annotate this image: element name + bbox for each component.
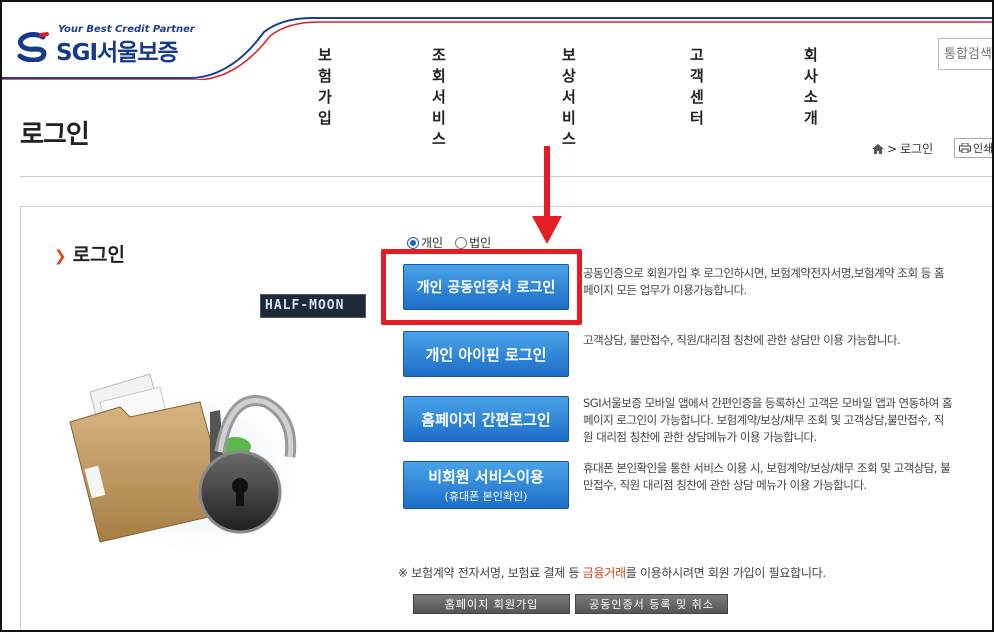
nav-inquiry-service[interactable]: 조회서비스 [432, 44, 446, 149]
guest-service-label: 비회원 서비스이용 [428, 468, 544, 486]
ipin-login-label: 개인 아이핀 로그인 [425, 345, 547, 364]
guest-service-button[interactable]: 비회원 서비스이용 (휴대폰 본인확인) [403, 461, 569, 509]
folder-lock-illustration [65, 372, 310, 552]
ipin-login-button[interactable]: 개인 아이핀 로그인 [403, 331, 569, 377]
simple-login-button[interactable]: 홈페이지 간편로그인 [403, 396, 569, 442]
home-icon[interactable] [872, 143, 884, 154]
guest-service-sublabel: (휴대폰 본인확인) [444, 490, 528, 503]
annotation-arrow-down-icon [532, 216, 562, 244]
chevron-right-icon: ❯ [54, 247, 67, 265]
breadcrumb: > 로그인 [872, 140, 933, 157]
notice-suffix: 를 이용하시려면 회원 가입이 필요합니다. [625, 566, 826, 580]
membership-notice: ※ 보험계약 전자서명, 보험료 결제 등 금융거래를 이용하시려면 회원 가입… [398, 564, 826, 581]
print-label: 인쇄 [973, 142, 994, 155]
join-member-button[interactable]: 홈페이지 회원가입 [413, 594, 570, 614]
radio-individual[interactable] [407, 236, 419, 249]
notice-prefix: ※ 보험계약 전자서명, 보험료 결제 등 [398, 566, 583, 580]
printer-icon [959, 143, 971, 153]
ipin-login-description: 고객상담, 불만접수, 직원/대리점 칭찬에 관한 상담만 이용 가능합니다. [583, 333, 901, 347]
half-moon-watermark: HALF-MOON [260, 294, 366, 318]
nav-insurance-join[interactable]: 보험가입 [318, 44, 332, 128]
print-button[interactable]: 인쇄 [954, 138, 994, 158]
login-section-label: 로그인 [72, 244, 126, 266]
notice-emphasis: 금융거래 [582, 566, 626, 580]
browser-frame: Your Best Credit Partner SGI서울보증 보험가입 조회… [0, 0, 994, 632]
search-input[interactable] [938, 38, 992, 70]
logo-name: 서울보증 [97, 40, 179, 66]
radio-corporate[interactable] [455, 236, 468, 249]
nav-company-info[interactable]: 회사소개 [804, 44, 818, 128]
annotation-arrow-shaft [544, 146, 550, 221]
simple-login-description: SGI서울보증 모바일 앱에서 간편인증을 등록하신 고객은 모바일 앱과 연동… [583, 396, 953, 444]
breadcrumb-separator: > [887, 141, 898, 156]
site-header: Your Best Credit Partner SGI서울보증 보험가입 조회… [2, 2, 992, 148]
page-title: 로그인 [20, 120, 90, 150]
guest-service-description: 휴대폰 본인확인을 통한 서비스 이용 시, 보험계약/보상/채무 조회 및 고… [583, 461, 951, 492]
site-logo[interactable]: SGI서울보증 [56, 33, 179, 67]
nav-compensation-service[interactable]: 보상서비스 [562, 44, 576, 149]
title-divider [20, 176, 992, 177]
logo-sgi: SGI [56, 40, 98, 66]
simple-login-label: 홈페이지 간편로그인 [421, 410, 551, 429]
cert-register-button[interactable]: 공동인증서 등록 및 취소 [575, 594, 728, 614]
cert-login-description: 공동인증으로 회원가입 후 로그인하시면, 보험계약전자서명,보험계약 조회 등… [583, 266, 945, 297]
login-section-title: ❯ 로그인 [54, 240, 125, 267]
breadcrumb-current: 로그인 [900, 142, 934, 156]
sgi-logo-icon[interactable] [17, 32, 49, 62]
nav-customer-center[interactable]: 고객센터 [690, 44, 704, 128]
annotation-highlight-box [381, 249, 582, 325]
